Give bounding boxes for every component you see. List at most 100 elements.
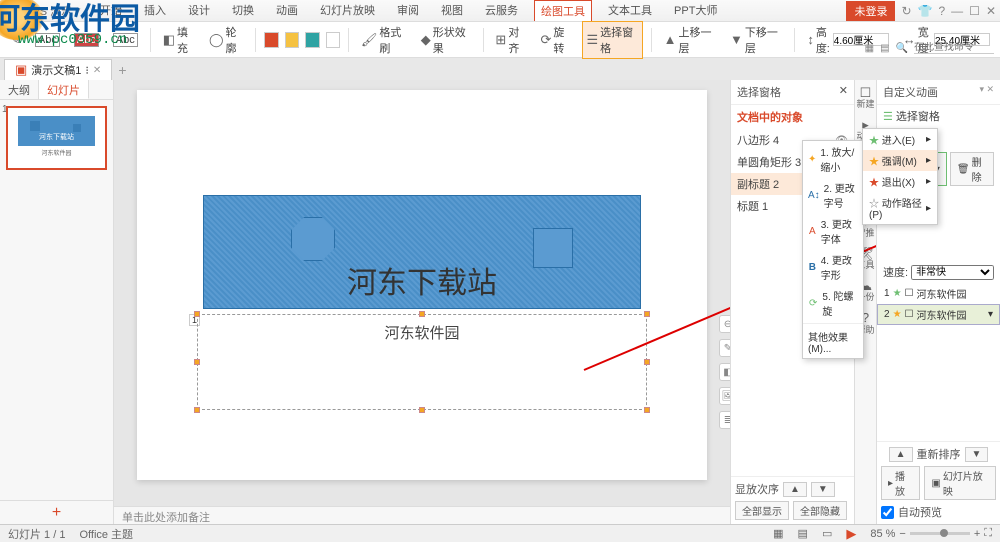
app-name: WPS 演示 xyxy=(22,3,72,19)
outline-button[interactable]: ◯轮廓 xyxy=(205,22,247,58)
anim-list-item-2[interactable]: 2★☐河东软件园▾ xyxy=(877,304,1000,325)
submenu-fontsize[interactable]: A↕2. 更改字号 xyxy=(803,177,863,213)
hide-all-button[interactable]: 全部隐藏 xyxy=(793,501,847,520)
menu-insert[interactable]: 插入 xyxy=(138,0,172,21)
menu-design[interactable]: 设计 xyxy=(182,0,216,21)
slide-thumbnail[interactable]: 河东下载站 河东软件园 xyxy=(6,106,107,170)
zoom-slider[interactable] xyxy=(910,532,970,535)
text-alt2-button[interactable]: Abc xyxy=(109,31,142,49)
format-brush-button[interactable]: 🖌格式刷 xyxy=(357,22,411,58)
slide-subtitle-text[interactable]: 河东软件园 xyxy=(137,322,707,343)
tab-menu-icon[interactable]: ⁝ xyxy=(85,64,89,77)
menu-review[interactable]: 审阅 xyxy=(391,0,425,21)
slide-title-text[interactable]: 河东下载站 xyxy=(137,258,707,302)
dd-exit[interactable]: ★ 退出(X)▸ xyxy=(863,171,937,192)
menu-view[interactable]: 视图 xyxy=(435,0,469,21)
menu-drawing-tools[interactable]: 绘图工具 xyxy=(534,0,592,21)
menu-cloud[interactable]: 云服务 xyxy=(479,0,524,21)
title-bar: WPS 演示 ▼ 开始 插入 设计 切换 动画 幻灯片放映 审阅 视图 云服务 … xyxy=(0,0,1000,22)
swatch-white[interactable] xyxy=(326,32,340,48)
reorder-down-button[interactable]: ▼ xyxy=(965,447,989,462)
close-icon[interactable]: ✕ xyxy=(986,4,996,18)
reorder-label: 重新排序 xyxy=(917,446,961,462)
add-slide-button[interactable]: + xyxy=(0,500,113,524)
menu-slideshow[interactable]: 幻灯片放映 xyxy=(314,0,381,21)
outline-tab-outline[interactable]: 大纲 xyxy=(0,80,39,99)
submenu-fontstyle[interactable]: B4. 更改字形 xyxy=(803,249,863,285)
rotate-button[interactable]: ⟳旋转 xyxy=(536,22,575,58)
status-view-normal-icon[interactable]: ▦ xyxy=(773,527,783,540)
anim-list-item-1[interactable]: 1★☐河东软件园 xyxy=(877,283,1000,304)
status-theme: Office 主题 xyxy=(79,526,133,542)
tab-close-icon[interactable]: ✕ xyxy=(93,65,101,76)
autopreview-checkbox[interactable] xyxy=(881,506,894,519)
menu-transition[interactable]: 切换 xyxy=(226,0,260,21)
menu-start[interactable]: 开始 xyxy=(94,0,128,21)
show-all-button[interactable]: 全部显示 xyxy=(735,501,789,520)
text-alt-button[interactable]: Abc xyxy=(70,31,103,49)
dd-motion-path[interactable]: ☆ 动作路径(P)▸ xyxy=(863,192,937,224)
login-button[interactable]: 未登录 xyxy=(846,1,895,21)
bring-forward-button[interactable]: ▲上移一层 xyxy=(660,22,720,58)
submenu-zoom[interactable]: ✦1. 放大/缩小 xyxy=(803,141,863,177)
autopreview-label: 自动预览 xyxy=(898,504,942,520)
minimize-icon[interactable]: — xyxy=(951,4,963,18)
maximize-icon[interactable]: ☐ xyxy=(969,4,980,18)
swatch-red[interactable] xyxy=(264,32,278,48)
app-dropdown-icon[interactable]: ▼ xyxy=(74,6,82,15)
menu-animation[interactable]: 动画 xyxy=(270,0,304,21)
outline-tab-slides[interactable]: 幻灯片 xyxy=(39,80,89,99)
skin-icon[interactable]: 👕 xyxy=(918,4,933,18)
help-icon[interactable]: ? xyxy=(938,4,945,18)
send-backward-button[interactable]: ▼下移一层 xyxy=(726,22,786,58)
zoom-out-icon[interactable]: − xyxy=(899,528,905,540)
search-icon[interactable]: 🔍 xyxy=(896,43,908,54)
order-up-button[interactable]: ▲ xyxy=(783,482,807,497)
submenu-spin[interactable]: ⟳5. 陀螺旋 xyxy=(803,285,863,321)
shape-edit-button[interactable]: ✎ xyxy=(6,30,25,50)
command-search-input[interactable] xyxy=(914,42,994,54)
speed-select[interactable]: 非常快 xyxy=(911,265,994,280)
slide-canvas[interactable]: 河东下载站 1 河东软件园 ⊖ ✎ ◧ 🖼 ≣ xyxy=(137,90,707,480)
view-icon-1[interactable]: ▦ xyxy=(865,43,874,54)
anim-play-button[interactable]: ▸ 播放 xyxy=(881,466,920,500)
anim-slideshow-button[interactable]: ▣ 幻灯片放映 xyxy=(924,466,996,500)
ribbon: ✎ Abc Abc Abc ◧填充 ◯轮廓 🖌格式刷 ◆形状效果 ⊞对齐 ⟳旋转… xyxy=(0,22,1000,58)
add-effect-dropdown: ★ 进入(E)▸ ★ 强调(M)▸ ★ 退出(X)▸ ☆ 动作路径(P)▸ xyxy=(862,128,938,225)
notes-placeholder[interactable]: 单击此处添加备注 xyxy=(114,506,730,524)
order-down-button[interactable]: ▼ xyxy=(811,482,835,497)
sync-icon[interactable]: ↻ xyxy=(901,4,911,18)
vtb-new[interactable]: ☐新建 xyxy=(856,86,874,110)
dd-emphasis[interactable]: ★ 强调(M)▸ xyxy=(863,150,937,171)
swatch-teal[interactable] xyxy=(305,32,319,48)
zoom-in-icon[interactable]: + xyxy=(974,528,980,540)
search-row: ▦ ▤ 🔍 xyxy=(865,42,994,54)
menu-text-tools[interactable]: 文本工具 xyxy=(602,0,658,21)
selpane-order-label: 显放次序 xyxy=(735,481,779,497)
status-view-reading-icon[interactable]: ▭ xyxy=(822,527,832,540)
menu-ppt-master[interactable]: PPT大师 xyxy=(668,0,723,21)
remove-effect-button[interactable]: 🗑 删除 xyxy=(950,152,994,186)
speed-label: 速度: xyxy=(883,264,908,280)
view-icon-2[interactable]: ▤ xyxy=(880,43,889,54)
shape-effects-button[interactable]: ◆形状效果 xyxy=(417,22,475,58)
submenu-fontface[interactable]: A3. 更改字体 xyxy=(803,213,863,249)
dd-entrance[interactable]: ★ 进入(E)▸ xyxy=(863,129,937,150)
selection-pane-close-icon[interactable]: ✕ xyxy=(839,84,848,100)
submenu-more-effects[interactable]: 其他效果(M)... xyxy=(803,326,863,358)
document-tab[interactable]: ▣ 演示文稿1 ⁝ ✕ xyxy=(4,59,112,80)
zoom-value: 85 % xyxy=(870,528,895,540)
reorder-up-button[interactable]: ▲ xyxy=(889,447,913,462)
align-button[interactable]: ⊞对齐 xyxy=(491,22,530,58)
text-button[interactable]: Abc xyxy=(31,31,64,49)
selection-pane-button[interactable]: ☰选择窗格 xyxy=(582,21,643,59)
new-tab-button[interactable]: + xyxy=(112,60,132,80)
menu-bar: 开始 插入 设计 切换 动画 幻灯片放映 审阅 视图 云服务 绘图工具 文本工具… xyxy=(94,0,723,21)
octagon-shape[interactable] xyxy=(291,217,335,261)
animpane-selpane-link[interactable]: ☰选择窗格 xyxy=(877,105,1000,127)
status-slideshow-icon[interactable]: ▶ xyxy=(846,526,856,542)
status-view-sorter-icon[interactable]: ▤ xyxy=(798,527,808,540)
fill-button[interactable]: ◧填充 xyxy=(159,22,199,58)
fit-window-icon[interactable]: ⛶ xyxy=(984,527,992,540)
swatch-yellow[interactable] xyxy=(285,32,299,48)
